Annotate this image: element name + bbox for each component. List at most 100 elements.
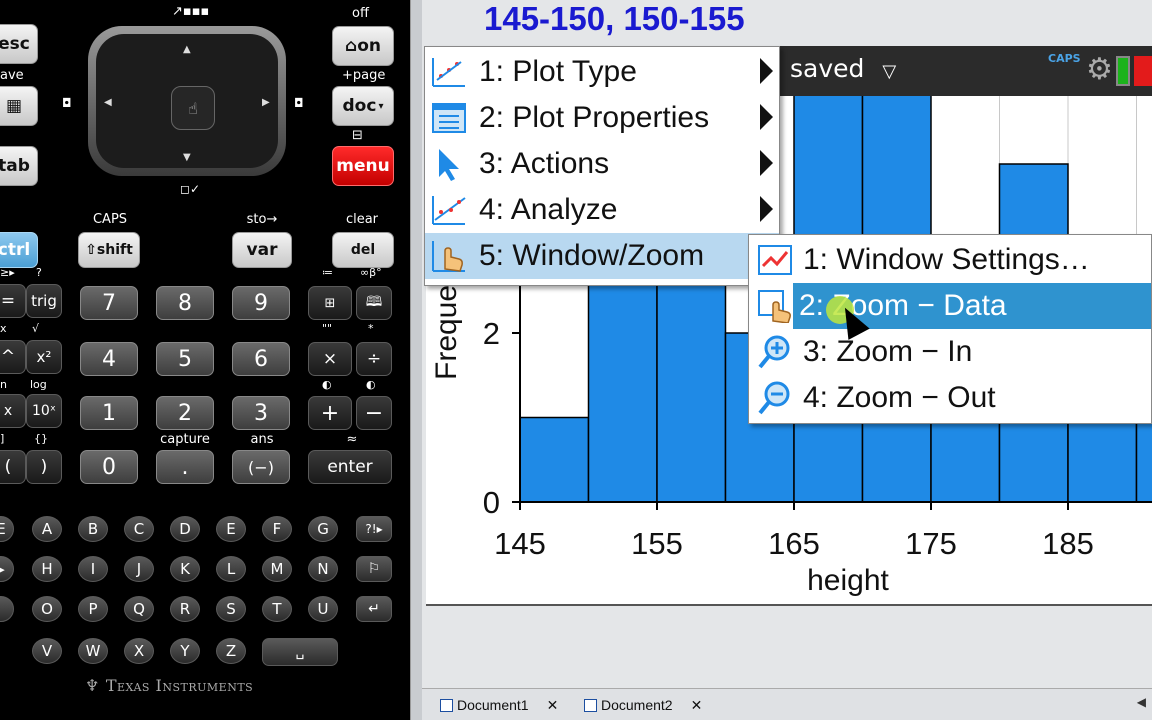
letter-key-q[interactable]: Q — [124, 596, 154, 622]
submenu-item-zoom-out[interactable]: 4: Zoom − Out — [749, 375, 1151, 421]
book-icon: 🕮 — [365, 294, 383, 310]
doc-key[interactable]: doc ▾ — [332, 86, 394, 126]
template-key[interactable]: ⊞ — [308, 286, 352, 320]
menu-item-analyze[interactable]: 4: Analyze — [425, 187, 779, 233]
punctuation-key[interactable]: ?!▸ — [356, 516, 392, 542]
space-key[interactable]: ␣ — [262, 638, 338, 666]
scratchpad-key[interactable]: ▦ — [0, 86, 38, 126]
letter-key-n[interactable]: N — [308, 556, 338, 582]
key-2[interactable]: 2 — [156, 396, 214, 430]
ex-key[interactable]: x — [0, 394, 26, 428]
letter-key-t[interactable]: T — [262, 596, 292, 622]
x-tick-label: 165 — [768, 526, 820, 561]
negative-key[interactable]: (−) — [232, 450, 290, 484]
menu-item-plot-type[interactable]: 1: Plot Type — [425, 49, 779, 95]
touchpad[interactable]: ▲ ▼ ◀ ▶ ☝ — [88, 26, 286, 176]
histogram-bar — [519, 416, 590, 503]
key-1[interactable]: 1 — [80, 396, 138, 430]
divide-key[interactable]: ÷ — [356, 342, 392, 376]
letter-key-m[interactable]: M — [262, 556, 292, 582]
off-label: off — [352, 6, 369, 21]
catalog-key[interactable]: 🕮 — [356, 286, 392, 320]
annotation-text: 145-150, 150-155 — [484, 0, 745, 37]
key-0[interactable]: 0 — [80, 450, 138, 484]
key-7[interactable]: 7 — [80, 286, 138, 320]
plus-key[interactable]: + — [308, 396, 352, 430]
square-key[interactable]: x² — [26, 340, 62, 374]
letter-key-i[interactable]: I — [78, 556, 108, 582]
del-key[interactable]: del — [332, 232, 394, 268]
letter-key-x[interactable]: X — [124, 638, 154, 664]
window-settings-icon — [755, 240, 795, 280]
letter-key-z[interactable]: Z — [216, 638, 246, 664]
letter-key-left-1[interactable]: E — [0, 516, 14, 542]
scroll-left-icon[interactable]: ◀ — [1137, 695, 1146, 709]
flag-key[interactable]: ⚐ — [356, 556, 392, 582]
letter-key-a[interactable]: A — [32, 516, 62, 542]
var-key[interactable]: var — [232, 232, 292, 268]
equals-key[interactable]: = — [0, 284, 26, 318]
letter-key-d[interactable]: D — [170, 516, 200, 542]
ctrl-key[interactable]: ctrl — [0, 232, 38, 268]
letter-key-s[interactable]: S — [216, 596, 246, 622]
letter-key-r[interactable]: R — [170, 596, 200, 622]
return-key[interactable]: ↵ — [356, 596, 392, 622]
letter-key-f[interactable]: F — [262, 516, 292, 542]
document-icon — [440, 698, 453, 712]
letter-key-left-2[interactable]: ▸ — [0, 556, 14, 582]
key-6[interactable]: 6 — [232, 342, 290, 376]
shift-key[interactable]: ⇧ shift — [78, 232, 140, 268]
document-title[interactable]: saved ▽ — [790, 54, 896, 83]
menu-key[interactable]: menu — [332, 146, 394, 186]
letter-key-v[interactable]: V — [32, 638, 62, 664]
close-paren-key[interactable]: ) — [26, 450, 62, 484]
esc-key[interactable]: esc — [0, 24, 38, 64]
tab-indicator-icon: ◻✓ — [180, 182, 201, 196]
tab-document1[interactable]: Document1 ✕ — [440, 693, 558, 717]
letter-key-p[interactable]: P — [78, 596, 108, 622]
enter-key[interactable]: enter — [308, 450, 392, 484]
letter-key-b[interactable]: B — [78, 516, 108, 542]
touchpad-click-icon[interactable]: ☝ — [171, 86, 215, 130]
letter-key-h[interactable]: H — [32, 556, 62, 582]
letter-key-c[interactable]: C — [124, 516, 154, 542]
key-4[interactable]: 4 — [80, 342, 138, 376]
close-icon[interactable]: ✕ — [547, 697, 559, 714]
ten-power-key[interactable]: 10ˣ — [26, 394, 62, 428]
letter-key-y[interactable]: Y — [170, 638, 200, 664]
letter-key-w[interactable]: W — [78, 638, 108, 664]
submenu-item-zoom-in[interactable]: 3: Zoom − In — [749, 329, 1151, 375]
x-tick-label: 175 — [905, 526, 957, 561]
menu-item-actions[interactable]: 3: Actions — [425, 141, 779, 187]
calculator-icon: ▦ — [5, 96, 23, 116]
decimal-point-key[interactable]: . — [156, 450, 214, 484]
minus-key[interactable]: − — [356, 396, 392, 430]
multiply-key[interactable]: × — [308, 342, 352, 376]
page-label: +page — [342, 68, 386, 83]
letter-key-g[interactable]: G — [308, 516, 338, 542]
close-icon[interactable]: ✕ — [691, 697, 703, 714]
tab-key[interactable]: tab — [0, 146, 38, 186]
letter-key-u[interactable]: U — [308, 596, 338, 622]
letter-key-k[interactable]: K — [170, 556, 200, 582]
trig-key[interactable]: trig — [26, 284, 62, 318]
letter-key-o[interactable]: O — [32, 596, 62, 622]
letter-key-left-3[interactable] — [0, 596, 14, 622]
key-9[interactable]: 9 — [232, 286, 290, 320]
quote-label: "" — [322, 322, 333, 335]
power-key[interactable]: ^ — [0, 340, 26, 374]
letter-key-l[interactable]: L — [216, 556, 246, 582]
key-8[interactable]: 8 — [156, 286, 214, 320]
home-on-key[interactable]: ⌂ on — [332, 26, 394, 66]
chevron-down-icon: ▾ — [378, 100, 384, 112]
letter-key-j[interactable]: J — [124, 556, 154, 582]
key-5[interactable]: 5 — [156, 342, 214, 376]
menu-item-window-zoom[interactable]: 5: Window/Zoom — [425, 233, 779, 279]
open-paren-key[interactable]: ( — [0, 450, 26, 484]
letter-key-e[interactable]: E — [216, 516, 246, 542]
key-3[interactable]: 3 — [232, 396, 290, 430]
submenu-item-window-settings[interactable]: 1: Window Settings… — [749, 237, 1151, 283]
gear-icon[interactable]: ⚙ — [1086, 52, 1113, 87]
tab-document2[interactable]: Document2 ✕ — [584, 693, 702, 717]
menu-item-plot-properties[interactable]: 2: Plot Properties — [425, 95, 779, 141]
